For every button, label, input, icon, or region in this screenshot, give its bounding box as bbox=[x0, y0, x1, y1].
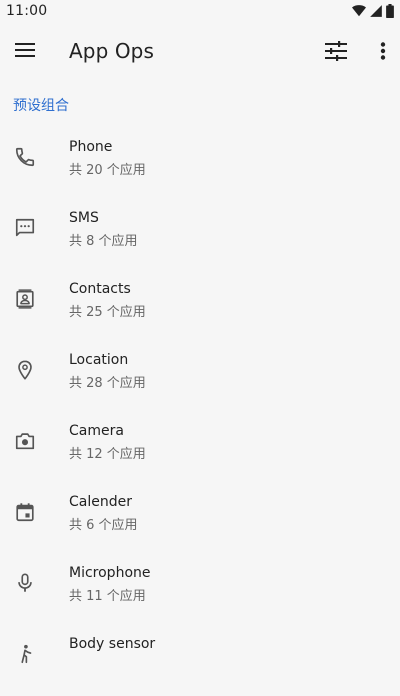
section-header: 预设组合 bbox=[13, 98, 69, 114]
wifi-icon bbox=[352, 5, 366, 17]
list-item-title: Calender bbox=[69, 494, 132, 510]
list-item-title: Phone bbox=[69, 139, 113, 155]
list-item-contacts[interactable]: Contacts 共 25 个应用 bbox=[0, 270, 400, 341]
list-item-calendar[interactable]: Calender 共 6 个应用 bbox=[0, 483, 400, 554]
list-item-microphone[interactable]: Microphone 共 11 个应用 bbox=[0, 554, 400, 625]
list-item-title: SMS bbox=[69, 210, 99, 226]
more-vert-icon bbox=[380, 42, 386, 60]
list-item-camera[interactable]: Camera 共 12 个应用 bbox=[0, 412, 400, 483]
battery-icon bbox=[386, 4, 394, 18]
sms-icon bbox=[12, 215, 38, 241]
phone-icon bbox=[12, 144, 38, 170]
list-item-subtitle: 共 28 个应用 bbox=[69, 376, 146, 391]
list-item-subtitle: 共 6 个应用 bbox=[69, 518, 138, 533]
filter-icon bbox=[325, 41, 347, 61]
list-item-phone[interactable]: Phone 共 20 个应用 bbox=[0, 128, 400, 199]
list-item-title: Camera bbox=[69, 423, 124, 439]
menu-icon bbox=[15, 42, 35, 58]
app-bar: App Ops bbox=[0, 24, 400, 78]
status-icons bbox=[352, 3, 394, 19]
microphone-icon bbox=[12, 570, 38, 596]
location-icon bbox=[12, 357, 38, 383]
list-item-subtitle: 共 8 个应用 bbox=[69, 234, 138, 249]
list-item-title: Microphone bbox=[69, 565, 151, 581]
menu-button[interactable] bbox=[12, 37, 38, 63]
app-title: App Ops bbox=[69, 39, 154, 63]
list-item-title: Contacts bbox=[69, 281, 131, 297]
camera-icon bbox=[12, 428, 38, 454]
list-item-body-sensor[interactable]: Body sensor bbox=[0, 625, 400, 696]
filter-button[interactable] bbox=[322, 37, 350, 65]
contacts-icon bbox=[12, 286, 38, 312]
more-options-button[interactable] bbox=[372, 37, 394, 65]
list-item-sms[interactable]: SMS 共 8 个应用 bbox=[0, 199, 400, 270]
status-time: 11:00 bbox=[6, 3, 48, 19]
list-item-subtitle: 共 11 个应用 bbox=[69, 589, 146, 604]
body-sensor-icon bbox=[12, 641, 38, 667]
list-item-location[interactable]: Location 共 28 个应用 bbox=[0, 341, 400, 412]
list-item-title: Location bbox=[69, 352, 129, 368]
calendar-icon bbox=[12, 499, 38, 525]
list-item-subtitle: 共 25 个应用 bbox=[69, 305, 146, 320]
preset-list: Phone 共 20 个应用 SMS 共 8 个应用 Contacts 共 25… bbox=[0, 128, 400, 696]
list-item-subtitle: 共 20 个应用 bbox=[69, 163, 146, 178]
signal-icon bbox=[369, 4, 383, 18]
list-item-subtitle: 共 12 个应用 bbox=[69, 447, 146, 462]
status-bar: 11:00 bbox=[0, 0, 400, 24]
